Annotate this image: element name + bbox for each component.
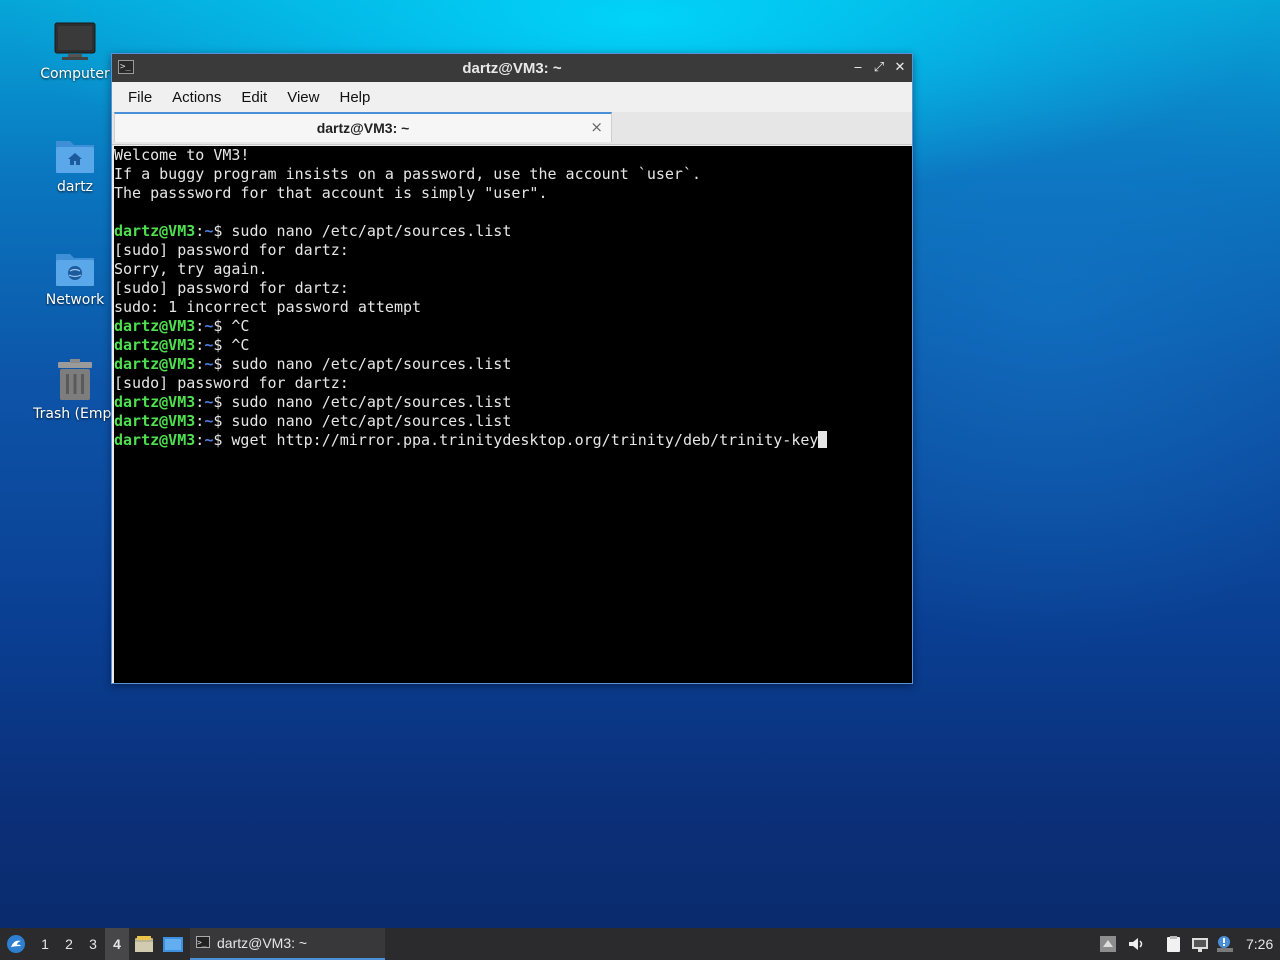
menu-view[interactable]: View xyxy=(277,89,329,106)
terminal-line: dartz@VM3:~$ sudo nano /etc/apt/sources.… xyxy=(114,393,912,412)
terminal-line: sudo: 1 incorrect password attempt xyxy=(114,298,912,317)
terminal-line: [sudo] password for dartz: xyxy=(114,374,912,393)
network-icon[interactable] xyxy=(1191,935,1209,953)
prompt-path: ~ xyxy=(204,355,214,373)
prompt-path: ~ xyxy=(204,431,214,449)
prompt-end: $ xyxy=(213,355,232,373)
terminal-line: dartz@VM3:~$ sudo nano /etc/apt/sources.… xyxy=(114,412,912,431)
terminal-line: Welcome to VM3! xyxy=(114,146,912,165)
prompt-user: dartz@VM3 xyxy=(114,412,196,430)
menu-file[interactable]: File xyxy=(118,89,162,106)
terminal-line: [sudo] password for dartz: xyxy=(114,241,912,260)
prompt-user: dartz@VM3 xyxy=(114,393,196,411)
terminal-window: >_ dartz@VM3: ~ ‒ ⤢ ✕ File Actions Edit … xyxy=(111,53,913,684)
output-text: [sudo] password for dartz: xyxy=(114,241,349,259)
prompt-end: $ xyxy=(213,336,232,354)
terminal-line: dartz@VM3:~$ ^C xyxy=(114,317,912,336)
prompt-user: dartz@VM3 xyxy=(114,336,196,354)
prompt-path: ~ xyxy=(204,336,214,354)
prompt-separator: : xyxy=(195,412,205,430)
prompt-user: dartz@VM3 xyxy=(114,431,196,449)
output-text: The passsword for that account is simply… xyxy=(114,184,548,202)
menu-edit[interactable]: Edit xyxy=(231,89,277,106)
terminal-line: [sudo] password for dartz: xyxy=(114,279,912,298)
tab-bar: dartz@VM3: ~ × xyxy=(112,112,912,145)
output-text: Welcome to VM3! xyxy=(114,146,250,164)
start-menu-icon[interactable] xyxy=(5,934,27,954)
computer-icon xyxy=(54,22,96,60)
output-text: [sudo] password for dartz: xyxy=(114,279,349,297)
volume-icon[interactable] xyxy=(1127,935,1145,953)
command-text: sudo nano /etc/apt/sources.list xyxy=(231,393,512,411)
terminal-line: Sorry, try again. xyxy=(114,260,912,279)
prompt-separator: : xyxy=(195,355,205,373)
prompt-separator: : xyxy=(195,431,205,449)
menubar: File Actions Edit View Help xyxy=(112,82,912,112)
terminal-line: dartz@VM3:~$ sudo nano /etc/apt/sources.… xyxy=(114,222,912,241)
prompt-separator: : xyxy=(195,317,205,335)
clipboard-icon[interactable] xyxy=(1164,935,1182,953)
tab-close-icon[interactable]: × xyxy=(590,118,603,136)
command-text: ^C xyxy=(231,317,250,335)
output-text: [sudo] password for dartz: xyxy=(114,374,349,392)
prompt-path: ~ xyxy=(204,412,214,430)
tab-label: dartz@VM3: ~ xyxy=(316,120,410,136)
command-text: sudo nano /etc/apt/sources.list xyxy=(231,412,512,430)
command-text: ^C xyxy=(231,336,250,354)
terminal-line: dartz@VM3:~$ ^C xyxy=(114,336,912,355)
prompt-separator: : xyxy=(195,222,205,240)
workspace-3[interactable]: 3 xyxy=(81,928,105,960)
output-text: sudo: 1 incorrect password attempt xyxy=(114,298,422,316)
prompt-path: ~ xyxy=(204,317,214,335)
text-cursor xyxy=(818,431,828,448)
prompt-user: dartz@VM3 xyxy=(114,355,196,373)
prompt-end: $ xyxy=(213,317,232,335)
clock[interactable]: 7:26 xyxy=(1246,928,1273,960)
network-folder-icon xyxy=(56,254,94,286)
prompt-path: ~ xyxy=(204,393,214,411)
workspace-4[interactable]: 4 xyxy=(105,928,129,960)
trash-icon xyxy=(58,359,92,400)
terminal-line: The passsword for that account is simply… xyxy=(114,184,912,203)
terminal-task-icon: >_ xyxy=(196,936,210,948)
menu-actions[interactable]: Actions xyxy=(162,89,231,106)
window-titlebar[interactable]: >_ dartz@VM3: ~ ‒ ⤢ ✕ xyxy=(112,54,912,82)
terminal-line: If a buggy program insists on a password… xyxy=(114,165,912,184)
taskbar-task-terminal[interactable]: >_ dartz@VM3: ~ xyxy=(190,928,385,960)
maximize-button[interactable]: ⤢ xyxy=(870,59,888,77)
task-label: dartz@VM3: ~ xyxy=(217,935,308,951)
prompt-end: $ xyxy=(213,222,232,240)
menu-help[interactable]: Help xyxy=(329,89,380,106)
tab-terminal[interactable]: dartz@VM3: ~ × xyxy=(114,112,612,142)
terminal-line: dartz@VM3:~$ wget http://mirror.ppa.trin… xyxy=(114,431,912,450)
workspace-1[interactable]: 1 xyxy=(33,928,57,960)
minimize-button[interactable]: ‒ xyxy=(849,59,867,77)
taskbar: 1 2 3 4 >_ dartz@VM3: ~ 7:26 xyxy=(0,928,1280,960)
prompt-end: $ xyxy=(213,431,232,449)
prompt-end: $ xyxy=(213,393,232,411)
command-text: sudo nano /etc/apt/sources.list xyxy=(231,222,512,240)
prompt-user: dartz@VM3 xyxy=(114,222,196,240)
command-text: wget http://mirror.ppa.trinitydesktop.or… xyxy=(231,431,819,449)
desktop: Computer dartz Network Trash (Empt >_ da… xyxy=(0,0,1280,960)
prompt-end: $ xyxy=(213,412,232,430)
notification-icon[interactable] xyxy=(1216,935,1234,953)
show-desktop-icon[interactable] xyxy=(162,935,184,953)
file-manager-icon[interactable] xyxy=(134,935,154,953)
window-title: dartz@VM3: ~ xyxy=(462,60,562,77)
tray-up-arrow-icon[interactable] xyxy=(1099,935,1117,953)
prompt-user: dartz@VM3 xyxy=(114,317,196,335)
output-text: If a buggy program insists on a password… xyxy=(114,165,701,183)
close-button[interactable]: ✕ xyxy=(891,59,909,77)
command-text: sudo nano /etc/apt/sources.list xyxy=(231,355,512,373)
terminal-line: dartz@VM3:~$ sudo nano /etc/apt/sources.… xyxy=(114,355,912,374)
prompt-path: ~ xyxy=(204,222,214,240)
prompt-separator: : xyxy=(195,393,205,411)
home-folder-icon xyxy=(56,141,94,173)
terminal-output[interactable]: Welcome to VM3! If a buggy program insist… xyxy=(114,146,912,683)
prompt-separator: : xyxy=(195,336,205,354)
output-text: Sorry, try again. xyxy=(114,260,268,278)
workspace-2[interactable]: 2 xyxy=(57,928,81,960)
